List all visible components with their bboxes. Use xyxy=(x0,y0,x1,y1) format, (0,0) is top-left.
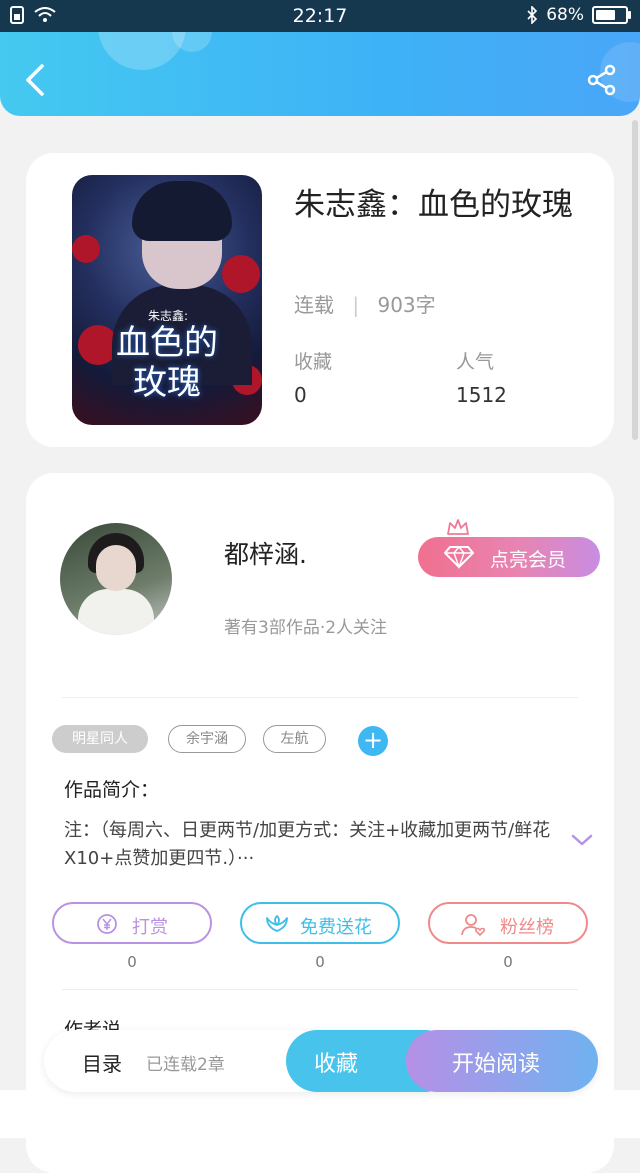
battery-level xyxy=(596,10,616,20)
divider xyxy=(62,989,578,990)
book-info-card: 朱志鑫: 血色的 玫瑰 朱志鑫：血色的玫瑰 连载 | 903字 收藏 0 人气 … xyxy=(26,153,614,447)
tip-count: 0 xyxy=(127,953,137,971)
add-tag-button[interactable]: + xyxy=(358,726,388,756)
chevron-down-icon[interactable] xyxy=(570,831,594,849)
cover-rose xyxy=(222,255,260,293)
intro-heading: 作品简介： xyxy=(64,779,160,801)
meta-separator: | xyxy=(352,293,360,317)
author-avatar[interactable] xyxy=(60,523,172,635)
status-icons-right: 68% xyxy=(526,5,631,25)
chapter-status: 已连载2章 xyxy=(146,1055,225,1075)
popularity-label: 人气 xyxy=(456,351,495,373)
book-title: 朱志鑫：血色的玫瑰 xyxy=(294,187,573,223)
cover-figure-hair xyxy=(132,181,232,241)
bottom-action-bar: 目录 已连载2章 收藏 开始阅读 xyxy=(44,1030,598,1092)
cover-subtitle: 朱志鑫: xyxy=(148,309,189,323)
start-reading-label: 开始阅读 xyxy=(452,1052,541,1077)
avatar-shirt xyxy=(78,589,154,635)
cover-title-line: 血色的 xyxy=(116,323,218,363)
favorite-button-label: 收藏 xyxy=(314,1052,359,1077)
back-icon[interactable] xyxy=(22,62,48,98)
tag-item[interactable]: 左航 xyxy=(263,725,326,753)
word-count: 903字 xyxy=(377,293,436,317)
battery-icon xyxy=(592,6,631,24)
popularity-value: 1512 xyxy=(456,383,507,407)
fan-ranking-count: 0 xyxy=(503,953,513,971)
bluetooth-icon xyxy=(527,6,538,24)
share-icon[interactable] xyxy=(586,64,618,96)
table-of-contents-link[interactable]: 目录 xyxy=(82,1048,122,1077)
fan-ranking-button[interactable]: 粉丝榜 xyxy=(428,902,588,944)
vip-button-label: 点亮会员 xyxy=(490,549,567,571)
yuan-coin-icon xyxy=(97,914,117,934)
bottom-bar-background xyxy=(0,1090,640,1138)
cover-rose xyxy=(72,235,100,263)
cover-title-line: 玫瑰 xyxy=(133,363,201,403)
send-flower-count: 0 xyxy=(315,953,325,971)
author-stats: 著有3部作品·2人关注 xyxy=(224,618,388,638)
cover-title: 血色的 玫瑰 xyxy=(72,323,262,403)
tip-button[interactable]: 打赏 xyxy=(52,902,212,944)
user-heart-icon xyxy=(461,914,486,937)
header-bar xyxy=(0,32,640,116)
intro-text: 注：（每周六、日更两节/加更方式：关注+收藏加更两节/鲜花X10+点赞加更四节.… xyxy=(64,820,551,869)
tip-label: 打赏 xyxy=(132,917,168,938)
avatar-face xyxy=(96,545,136,591)
book-meta: 连载 | 903字 xyxy=(294,289,436,318)
divider xyxy=(62,697,578,698)
battery-percent: 68% xyxy=(546,5,584,25)
scrollbar[interactable] xyxy=(632,120,638,440)
send-flower-button[interactable]: 免费送花 xyxy=(240,902,400,944)
favorites-label: 收藏 xyxy=(294,351,333,373)
book-cover[interactable]: 朱志鑫: 血色的 玫瑰 xyxy=(72,175,262,425)
author-name[interactable]: 都梓涵. xyxy=(224,535,307,571)
flower-icon xyxy=(266,915,288,932)
send-flower-label: 免费送花 xyxy=(300,917,372,938)
start-reading-button[interactable]: 开始阅读 xyxy=(406,1030,598,1092)
book-status: 连载 xyxy=(294,293,334,317)
fan-ranking-label: 粉丝榜 xyxy=(500,917,554,938)
crown-icon xyxy=(447,519,469,535)
diamond-icon xyxy=(444,545,474,569)
favorites-value: 0 xyxy=(294,383,307,407)
tag-item[interactable]: 明星同人 xyxy=(52,725,148,753)
status-bar: 22:17 68% xyxy=(0,0,640,32)
activate-vip-button[interactable]: 点亮会员 xyxy=(418,537,600,577)
tag-item[interactable]: 余宇涵 xyxy=(168,725,246,753)
